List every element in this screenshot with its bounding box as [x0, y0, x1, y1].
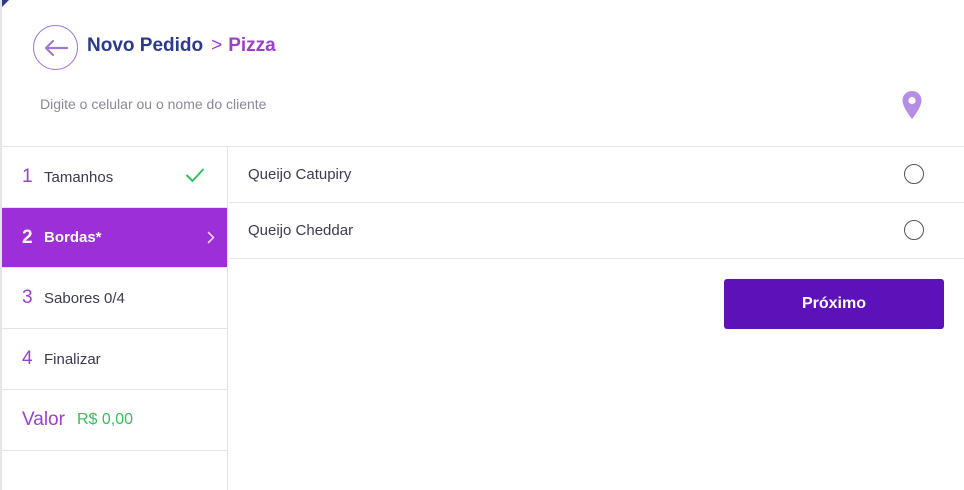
total-label: Valor — [22, 409, 65, 430]
back-button[interactable] — [33, 25, 78, 70]
step-bordas[interactable]: 2 Bordas* — [2, 208, 227, 268]
step-finalizar[interactable]: 4 Finalizar — [2, 329, 227, 390]
map-pin-icon[interactable] — [901, 90, 923, 120]
breadcrumb: Novo Pedido > Pizza — [87, 35, 276, 57]
total-amount: R$ 0,00 — [76, 411, 133, 428]
order-header: Novo Pedido > Pizza — [2, 0, 964, 147]
step-tamanhos[interactable]: 1 Tamanhos — [2, 147, 227, 208]
option-radio[interactable] — [904, 164, 924, 184]
option-label: Queijo Cheddar — [248, 222, 354, 239]
options-list: Queijo Catupiry Queijo Cheddar — [229, 147, 964, 259]
option-queijo-cheddar[interactable]: Queijo Cheddar — [229, 203, 964, 259]
step-sabores[interactable]: 3 Sabores 0/4 — [2, 268, 227, 329]
option-radio[interactable] — [904, 220, 924, 240]
breadcrumb-separator: > — [211, 35, 223, 56]
step-label: Sabores 0/4 — [44, 289, 125, 307]
breadcrumb-current: Pizza — [228, 35, 276, 56]
option-label: Queijo Catupiry — [248, 166, 352, 183]
step-label: Tamanhos — [44, 168, 114, 186]
step-label: Bordas* — [44, 229, 102, 246]
breadcrumb-novo-pedido[interactable]: Novo Pedido — [87, 35, 203, 57]
next-button[interactable]: Próximo — [724, 279, 944, 329]
step-number: 1 — [22, 166, 33, 187]
check-icon — [186, 168, 204, 182]
arrow-left-icon — [44, 39, 68, 56]
step-number: 2 — [22, 226, 33, 248]
step-number: 3 — [22, 287, 33, 308]
step-number: 4 — [22, 348, 33, 369]
order-total: Valor R$ 0,00 — [2, 390, 227, 451]
chevron-right-icon — [207, 231, 215, 244]
client-search-input[interactable] — [40, 92, 860, 116]
steps-sidebar: 1 Tamanhos 2 Bordas* 3 Sabores 0/4 4 Fin… — [2, 147, 228, 490]
option-queijo-catupiry[interactable]: Queijo Catupiry — [229, 147, 964, 203]
step-label: Finalizar — [44, 350, 101, 368]
